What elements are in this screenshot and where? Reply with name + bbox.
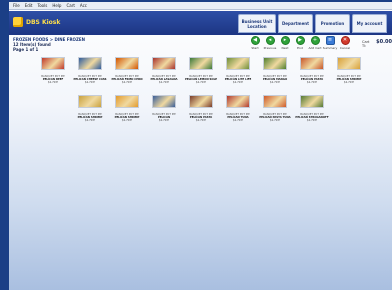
product-image[interactable] [115,57,139,70]
product-price: $1.79 E [122,81,132,84]
product-price: $1.79 E [122,119,132,122]
toolbar-label: End [297,46,303,50]
product-price: $1.79 E [270,119,280,122]
product-image[interactable] [226,57,250,70]
summary-icon: ≡ [325,36,335,45]
product-price: $1.79 E [307,119,317,122]
product-tile[interactable]: BANQUET POT PIE PELICAN FRIED CHKN $1.79 E [111,56,143,90]
toolbar-label: Add Cart [308,46,322,50]
product-image[interactable] [78,95,102,108]
product-price: $1.79 E [159,119,169,122]
product-tile[interactable]: BANQUET POT PIE PELICAN LEMON SOLE $1.79 E [185,56,217,90]
next-icon: ▸ [280,36,290,45]
product-image[interactable] [152,95,176,108]
add-cart-icon: + [310,36,320,45]
cart-total-label: Cart Tl: [362,40,370,48]
product-image[interactable] [300,95,324,108]
product-price: $1.79 E [270,81,280,84]
product-tile[interactable]: BANQUET POT PIE PELICAN LITE LIFE $1.79 E [223,56,253,90]
previous-button[interactable]: ◂ Previous [264,36,276,50]
toolbar-label: Start [251,46,259,50]
product-grid: BANQUET POT PIE PELICAN BEEF $1.79 E BANQUE… [31,56,371,128]
back-icon: ◀ [250,36,260,45]
product-image[interactable] [189,95,213,108]
end-button[interactable]: ▶ End [294,36,306,50]
product-tile[interactable]: BANQUET POT PIE PELICAN PASTA TUNA $1.79 E [259,94,291,128]
product-image[interactable] [226,95,250,108]
product-price: $1.79 E [196,81,206,84]
product-price: $1.79 E [85,119,95,122]
app-header: DBS Kiosk Business Unit Location Departme… [9,11,392,35]
product-tile[interactable]: BANQUET POT PIE PELICAN MANGO $1.79 E [260,56,290,90]
product-tile[interactable]: BANQUET POT PIE PELICAN $1.79 E [149,94,179,128]
end-icon: ▶ [295,36,305,45]
product-image[interactable] [115,95,139,108]
menu-item-edit[interactable]: Edit [25,2,33,9]
menu-item-acc[interactable]: Acc [80,2,87,9]
toolbar-label: Cancel [339,46,351,50]
product-price: $1.79 E [233,119,243,122]
nav-tab-my-account[interactable]: My account [352,14,387,33]
product-price: $1.79 E [159,81,169,84]
product-tile[interactable]: BANQUET POT PIE PELICAN BEEF $1.79 E [38,56,68,90]
kiosk-logo-icon [13,17,23,27]
next-button[interactable]: ▸ Next [279,36,291,50]
product-price: $1.79 E [196,119,206,122]
product-tile[interactable]: BANQUET POT PIE PELICAN STROGANOFF $1.79 E [295,94,329,128]
menu-bar: File Edit Tools Help Cart Acc [9,2,392,10]
product-tile[interactable]: BANQUET POT PIE PELICAN TUNA $1.79 E [223,94,253,128]
kiosk-window: File Edit Tools Help Cart Acc DBS Kiosk Busin… [9,2,392,290]
cart-total: Cart Tl: $0.00 [362,39,392,48]
product-image[interactable] [300,57,324,70]
product-tile[interactable]: BANQUET POT PIE PELICAN PASTA $1.79 E [297,56,327,90]
nav-tab-business-unit-location[interactable]: Business Unit Location [238,14,276,33]
product-tile[interactable]: BANQUET POT PIE PELICAN SHRIMP $1.79 E [112,94,142,128]
main-nav: Business Unit Location Department Promotio… [238,14,387,33]
summary-button[interactable]: ≡ Summary [322,36,338,50]
product-image[interactable] [189,57,213,70]
product-tile[interactable]: BANQUET POT PIE PELICAN LASAGNA $1.79 E [149,56,179,90]
toolbar-label: Next [281,46,289,50]
product-price: $1.79 E [48,81,58,84]
add-cart-button[interactable]: + Add Cart [308,36,322,50]
product-image[interactable] [152,57,176,70]
product-tile[interactable]: BANQUET POT PIE PELICAN SHRIMP $1.79 E [75,94,105,128]
menu-item-help[interactable]: Help [52,2,61,9]
cancel-button[interactable]: ✕ Cancel [339,36,351,50]
product-tile[interactable]: BANQUET POT PIE PELICAN SHRIMP $1.79 E [334,56,364,90]
toolbar-label: Previous [263,46,277,50]
product-image[interactable] [263,57,287,70]
start-button[interactable]: ◀ Start [249,36,261,50]
toolbar-label: Summary [322,46,338,50]
cancel-icon: ✕ [340,36,350,45]
product-tile[interactable]: BANQUET POT PIE PELICAN PASTA $1.79 E [186,94,216,128]
product-image[interactable] [337,57,361,70]
toolbar: ◀ Start ◂ Previous ▸ Next ▶ End + Add Cart ≡ Summar… [249,36,351,50]
product-tile[interactable]: BANQUET POT PIE PELICAN CHEESE CASS $1.79 … [74,56,106,90]
nav-tab-department[interactable]: Department [278,14,313,33]
app-title: DBS Kiosk [26,18,61,26]
product-price: $1.79 E [344,81,354,84]
previous-icon: ◂ [265,36,275,45]
nav-tab-promotion[interactable]: Promotion [315,14,350,33]
app-logo[interactable]: DBS Kiosk [13,17,60,27]
product-image[interactable] [41,57,65,70]
product-image[interactable] [263,95,287,108]
menu-item-cart[interactable]: Cart [66,2,74,9]
page-indicator: Page 1 of 1 [13,47,39,52]
menu-item-file[interactable]: File [13,2,20,9]
menu-item-tools[interactable]: Tools [37,2,47,9]
product-price: $1.79 E [307,81,317,84]
product-price: $1.79 E [85,81,95,84]
category-info: FROZEN FOODS > DINE FROZEN 12 Item(s) fo… [13,37,243,52]
cart-total-value: $0.00 [376,39,392,45]
product-image[interactable] [78,57,102,70]
product-price: $1.79 E [233,81,243,84]
